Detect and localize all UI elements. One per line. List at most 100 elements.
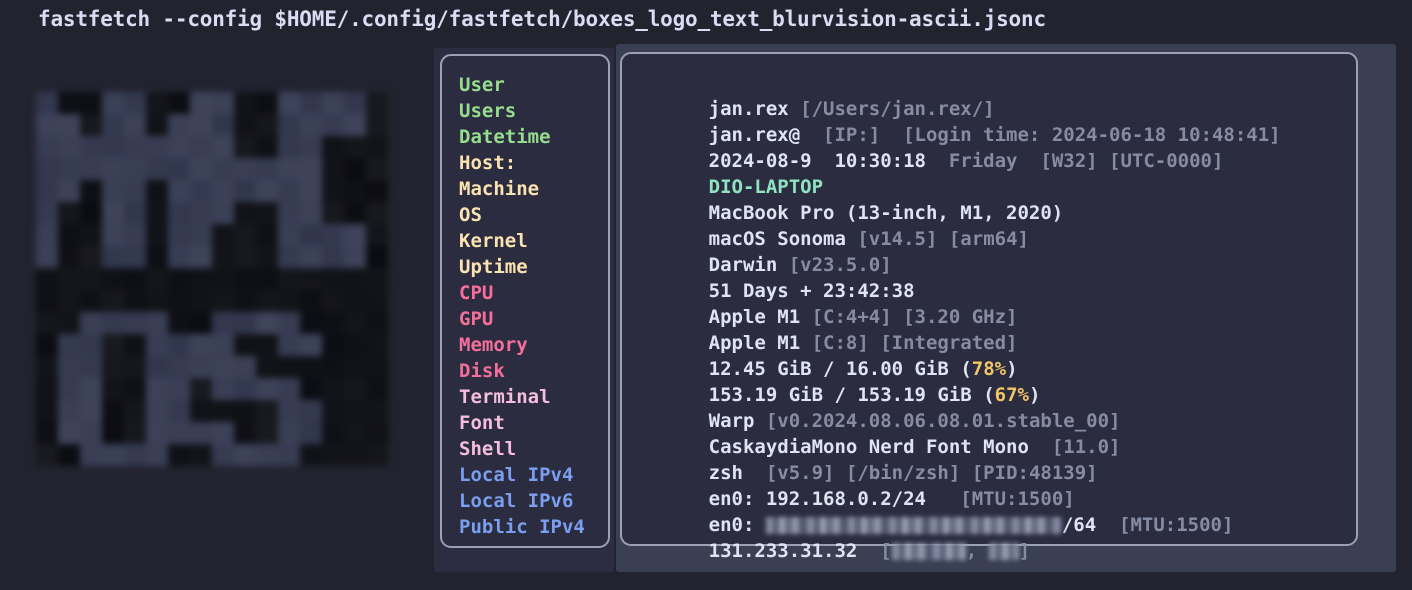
logo-pixel [366,136,388,158]
logo-pixel [212,400,234,422]
logo-pixel [190,334,212,356]
logo-pixel [190,158,212,180]
logo-pixel [190,202,212,224]
logo-pixel [278,400,300,422]
logo-pixel [80,202,102,224]
logo-pixel [322,422,344,444]
logo-pixel [234,202,256,224]
logo-pixel [344,246,366,268]
info-label-row: Datetime [459,124,585,150]
logo-pixel [344,202,366,224]
logo-pixel [190,378,212,400]
cpu-cores-freq: [C:4+4] [3.20 GHz] [800,306,1018,328]
logo-pixel [212,268,234,290]
logo-pixel [278,114,300,136]
info-label-row: User [459,72,585,98]
logo-pixel [168,158,190,180]
logo-pixel [168,202,190,224]
info-label-text: Font [459,412,505,434]
logo-pixel [190,356,212,378]
logo-pixel [278,92,300,114]
logo-pixel [256,378,278,400]
logo-pixel [80,334,102,356]
info-label-text: Kernel [459,230,528,252]
logo-pixel [278,180,300,202]
logo-pixel [190,180,212,202]
logo-pixel [146,334,168,356]
logo-pixel [80,378,102,400]
logo-pixel [146,400,168,422]
logo-pixel [168,422,190,444]
info-label-text: Shell [459,438,517,460]
logo-pixel [58,268,80,290]
logo-pixel [36,180,58,202]
info-label-text: User [459,74,505,96]
logo-pixel [146,158,168,180]
logo-pixel [80,422,102,444]
logo-pixel [146,290,168,312]
logo-pixel [36,158,58,180]
logo-pixel [102,334,124,356]
info-labels-panel: User Users Datetime Host: Machine OS Kernel Upt… [440,54,610,548]
logo-pixel [102,312,124,334]
logo-pixel [322,246,344,268]
logo-pixel [344,356,366,378]
logo-pixel [168,356,190,378]
logo-pixel [168,400,190,422]
logo-pixel [80,224,102,246]
logo-row [36,356,388,378]
logo-pixel [168,444,190,466]
info-label-text: OS [459,204,482,226]
logo-pixel [322,136,344,158]
info-label-row: Local IPv4 [459,462,585,488]
logo-pixel [58,334,80,356]
logo-pixel [300,224,322,246]
logo-pixel [344,400,366,422]
logo-pixel [256,224,278,246]
local-ipv6-prefix: /64 [1061,514,1097,536]
logo-pixel [366,180,388,202]
info-label-text: Datetime [459,126,551,148]
gpu-name: Apple M1 [708,332,801,354]
info-values-panel: jan.rex [/Users/jan.rex/] jan.rex@ [IP:]… [620,52,1358,562]
public-ipv4-redacted-country [988,543,1019,560]
logo-pixel [190,114,212,136]
logo-pixel [124,202,146,224]
logo-pixel [146,202,168,224]
logo-pixel [212,92,234,114]
logo-row [36,224,388,246]
macos-ascii-logo [36,92,388,492]
info-label-text: Memory [459,334,528,356]
logo-pixel [58,158,80,180]
logo-pixel [234,180,256,202]
logo-pixel [190,290,212,312]
logo-pixel [146,444,168,466]
logo-pixel [322,268,344,290]
logo-pixel [344,334,366,356]
logo-pixel [168,136,190,158]
logo-pixel [212,334,234,356]
logo-pixel [124,180,146,202]
logo-pixel [58,114,80,136]
logo-pixel [256,158,278,180]
datetime-stamp: 2024-08-9 10:30:18 [708,150,926,172]
logo-row [36,202,388,224]
logo-pixel [102,136,124,158]
logo-pixel [212,290,234,312]
logo-pixel [366,268,388,290]
logo-pixel [278,268,300,290]
logo-pixel [36,444,58,466]
logo-pixel [300,444,322,466]
logo-pixel [58,378,80,400]
info-label-row: GPU [459,306,585,332]
logo-pixel [102,246,124,268]
user-name: jan.rex [708,98,789,120]
logo-pixel [190,444,212,466]
logo-pixel [300,290,322,312]
logo-pixel [322,158,344,180]
terminal-command-line: fastfetch --config $HOME/.config/fastfet… [38,7,1046,31]
logo-pixel [146,356,168,378]
logo-pixel [124,136,146,158]
disk-usage: 153.19 GiB / 153.19 GiB [708,384,984,406]
logo-pixel [212,444,234,466]
